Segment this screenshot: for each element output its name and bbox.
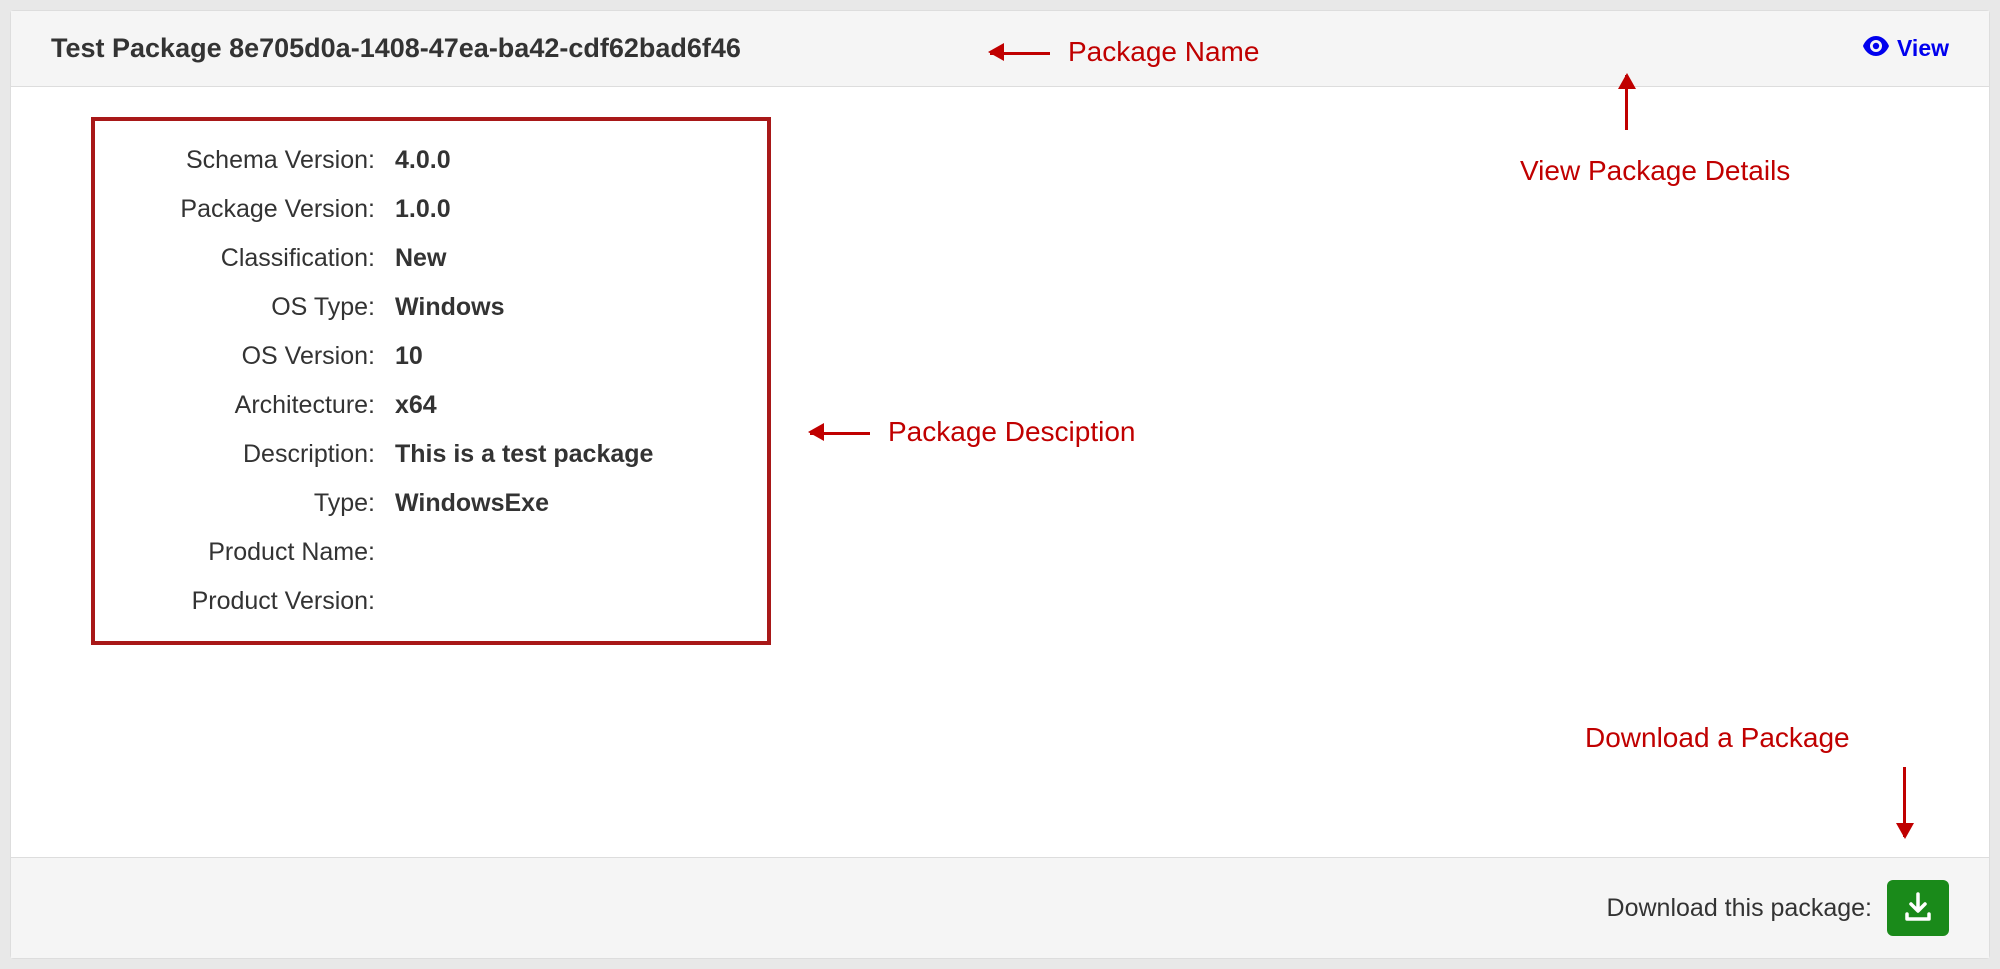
detail-value: Windows bbox=[395, 293, 505, 322]
detail-row: Description: This is a test package bbox=[125, 440, 737, 469]
package-title: Test Package 8e705d0a-1408-47ea-ba42-cdf… bbox=[51, 33, 741, 64]
detail-row: Product Name: bbox=[125, 538, 737, 567]
eye-icon bbox=[1863, 35, 1889, 62]
detail-label: Description: bbox=[125, 440, 395, 469]
card-footer: Download this package: bbox=[11, 857, 1989, 958]
detail-row: OS Version: 10 bbox=[125, 342, 737, 371]
card-body: Schema Version: 4.0.0 Package Version: 1… bbox=[11, 87, 1989, 837]
package-details-box: Schema Version: 4.0.0 Package Version: 1… bbox=[91, 117, 771, 645]
package-card: Test Package 8e705d0a-1408-47ea-ba42-cdf… bbox=[10, 10, 1990, 959]
detail-label: Type: bbox=[125, 489, 395, 518]
detail-label: Product Version: bbox=[125, 587, 395, 616]
detail-label: Classification: bbox=[125, 244, 395, 273]
view-button[interactable]: View bbox=[1863, 35, 1949, 62]
detail-row: OS Type: Windows bbox=[125, 293, 737, 322]
detail-label: OS Type: bbox=[125, 293, 395, 322]
detail-value: WindowsExe bbox=[395, 489, 549, 518]
detail-value: This is a test package bbox=[395, 440, 653, 469]
detail-row: Schema Version: 4.0.0 bbox=[125, 146, 737, 175]
detail-row: Classification: New bbox=[125, 244, 737, 273]
detail-row: Package Version: 1.0.0 bbox=[125, 195, 737, 224]
detail-label: Schema Version: bbox=[125, 146, 395, 175]
detail-label: Product Name: bbox=[125, 538, 395, 567]
detail-value: x64 bbox=[395, 391, 437, 420]
download-icon bbox=[1903, 892, 1933, 925]
detail-label: OS Version: bbox=[125, 342, 395, 371]
detail-value: 1.0.0 bbox=[395, 195, 451, 224]
detail-value: 10 bbox=[395, 342, 423, 371]
detail-row: Product Version: bbox=[125, 587, 737, 616]
card-header: Test Package 8e705d0a-1408-47ea-ba42-cdf… bbox=[11, 11, 1989, 87]
view-label: View bbox=[1897, 35, 1949, 62]
detail-value: 4.0.0 bbox=[395, 146, 451, 175]
detail-row: Type: WindowsExe bbox=[125, 489, 737, 518]
download-button[interactable] bbox=[1887, 880, 1949, 936]
detail-row: Architecture: x64 bbox=[125, 391, 737, 420]
download-label: Download this package: bbox=[1607, 894, 1872, 923]
detail-label: Architecture: bbox=[125, 391, 395, 420]
detail-label: Package Version: bbox=[125, 195, 395, 224]
detail-value: New bbox=[395, 244, 446, 273]
